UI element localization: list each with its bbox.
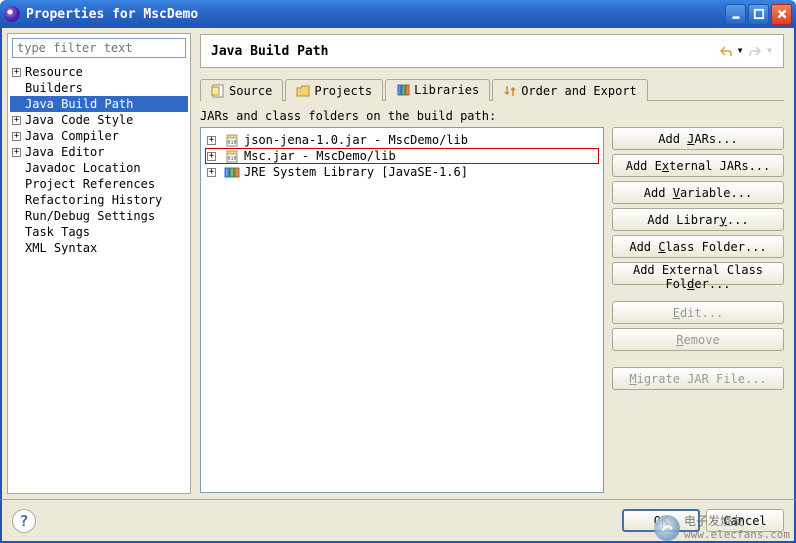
nav-back-button[interactable]: [717, 43, 735, 59]
tab-order-and-export[interactable]: Order and Export: [492, 79, 648, 101]
library-item[interactable]: +010 json-jena-1.0.jar - MscDemo/lib: [205, 132, 599, 148]
tree-item-label: Builders: [25, 81, 83, 95]
category-tree[interactable]: + Resource Builders Java Build Path + Java Co…: [8, 62, 190, 493]
library-label: Msc.jar - MscDemo/lib: [244, 149, 396, 163]
tree-indent: [12, 100, 21, 109]
tab-libraries[interactable]: Libraries: [385, 79, 490, 101]
close-button[interactable]: [771, 4, 792, 25]
edit-button: Edit...: [612, 301, 784, 324]
expand-icon[interactable]: +: [12, 116, 21, 125]
tree-item[interactable]: Refactoring History: [10, 192, 188, 208]
content-pane: Java Build Path ▾ ▾ Source Projects Librar…: [196, 28, 794, 499]
library-label: JRE System Library [JavaSE-1.6]: [244, 165, 468, 179]
libraries-list[interactable]: +010 json-jena-1.0.jar - MscDemo/lib +010 M…: [200, 127, 604, 493]
window-controls: [725, 4, 792, 25]
tree-item-label: Java Code Style: [25, 113, 133, 127]
eclipse-icon: [4, 6, 20, 22]
tree-indent: [12, 212, 21, 221]
tree-item-label: Refactoring History: [25, 193, 162, 207]
remove-button: Remove: [612, 328, 784, 351]
add-library-button[interactable]: Add Library...: [612, 208, 784, 231]
library-item[interactable]: + JRE System Library [JavaSE-1.6]: [205, 164, 599, 180]
tree-indent: [12, 180, 21, 189]
svg-text:010: 010: [227, 140, 236, 146]
tree-item[interactable]: Java Build Path: [10, 96, 188, 112]
tree-item-label: Run/Debug Settings: [25, 209, 155, 223]
tree-item-label: Java Editor: [25, 145, 104, 159]
tab-source[interactable]: Source: [200, 79, 283, 101]
nav-forward-button[interactable]: [746, 43, 764, 59]
nav-separator-2: ▾: [766, 43, 773, 59]
tree-indent: [12, 84, 21, 93]
jar-icon: 010: [224, 149, 240, 163]
tree-item-label: Resource: [25, 65, 83, 79]
category-tree-pane: + Resource Builders Java Build Path + Java Co…: [7, 33, 191, 494]
tree-item[interactable]: Run/Debug Settings: [10, 208, 188, 224]
add-class-folder-button[interactable]: Add Class Folder...: [612, 235, 784, 258]
jar-icon: 010: [224, 133, 240, 147]
add-jars-button[interactable]: Add JARs...: [612, 127, 784, 150]
tree-item[interactable]: + Java Code Style: [10, 112, 188, 128]
tab-label: Projects: [314, 84, 372, 98]
dialog-footer: ? OK Cancel 电子发烧友 www.elecfans.com: [0, 499, 796, 543]
library-item[interactable]: +010 Msc.jar - MscDemo/lib: [205, 148, 599, 164]
help-button[interactable]: ?: [12, 509, 36, 533]
action-buttons: Add JARs... Add External JARs... Add Var…: [612, 127, 784, 493]
tree-item-label: Javadoc Location: [25, 161, 141, 175]
tab-label: Order and Export: [521, 84, 637, 98]
page-title: Java Build Path: [211, 44, 717, 59]
add-variable-button[interactable]: Add Variable...: [612, 181, 784, 204]
page-header: Java Build Path ▾ ▾: [200, 34, 784, 68]
expand-icon[interactable]: +: [207, 168, 216, 177]
tabs-row: Source Projects Libraries Order and Export: [200, 78, 784, 101]
expand-icon[interactable]: +: [12, 148, 21, 157]
nav-separator: ▾: [737, 43, 744, 59]
filter-input[interactable]: [12, 38, 186, 58]
source-icon: [211, 84, 225, 98]
svg-text:010: 010: [227, 156, 236, 162]
tab-label: Libraries: [414, 83, 479, 97]
tree-item-label: Java Build Path: [25, 97, 133, 111]
library-label: json-jena-1.0.jar - MscDemo/lib: [244, 133, 468, 147]
tree-item[interactable]: Task Tags: [10, 224, 188, 240]
tree-item[interactable]: Project References: [10, 176, 188, 192]
expand-icon[interactable]: +: [12, 68, 21, 77]
migrate-button: Migrate JAR File...: [612, 367, 784, 390]
tree-item[interactable]: + Resource: [10, 64, 188, 80]
tree-indent: [12, 228, 21, 237]
tree-item[interactable]: Builders: [10, 80, 188, 96]
tree-indent: [12, 164, 21, 173]
add-external-jars-button[interactable]: Add External JARs...: [612, 154, 784, 177]
minimize-button[interactable]: [725, 4, 746, 25]
ok-button[interactable]: OK: [622, 509, 700, 532]
add-external-class-folder-button[interactable]: Add External Class Folder...: [612, 262, 784, 285]
tree-item[interactable]: XML Syntax: [10, 240, 188, 256]
order-icon: [503, 84, 517, 98]
tab-label: Source: [229, 84, 272, 98]
tree-item-label: Task Tags: [25, 225, 90, 239]
tree-item-label: XML Syntax: [25, 241, 97, 255]
libraries-label: JARs and class folders on the build path…: [200, 109, 784, 123]
projects-icon: [296, 84, 310, 98]
tree-indent: [12, 244, 21, 253]
expand-icon[interactable]: +: [207, 152, 216, 161]
libraries-icon: [396, 83, 410, 97]
window-titlebar: Properties for MscDemo: [0, 0, 796, 28]
jre-icon: [224, 165, 240, 179]
expand-icon[interactable]: +: [207, 136, 216, 145]
window-title: Properties for MscDemo: [26, 7, 725, 22]
cancel-button[interactable]: Cancel: [706, 509, 784, 532]
tree-indent: [12, 196, 21, 205]
tree-item[interactable]: + Java Compiler: [10, 128, 188, 144]
tree-item-label: Project References: [25, 177, 155, 191]
expand-icon[interactable]: +: [12, 132, 21, 141]
tree-item[interactable]: + Java Editor: [10, 144, 188, 160]
maximize-button[interactable]: [748, 4, 769, 25]
tree-item[interactable]: Javadoc Location: [10, 160, 188, 176]
tree-item-label: Java Compiler: [25, 129, 119, 143]
tab-projects[interactable]: Projects: [285, 79, 383, 101]
